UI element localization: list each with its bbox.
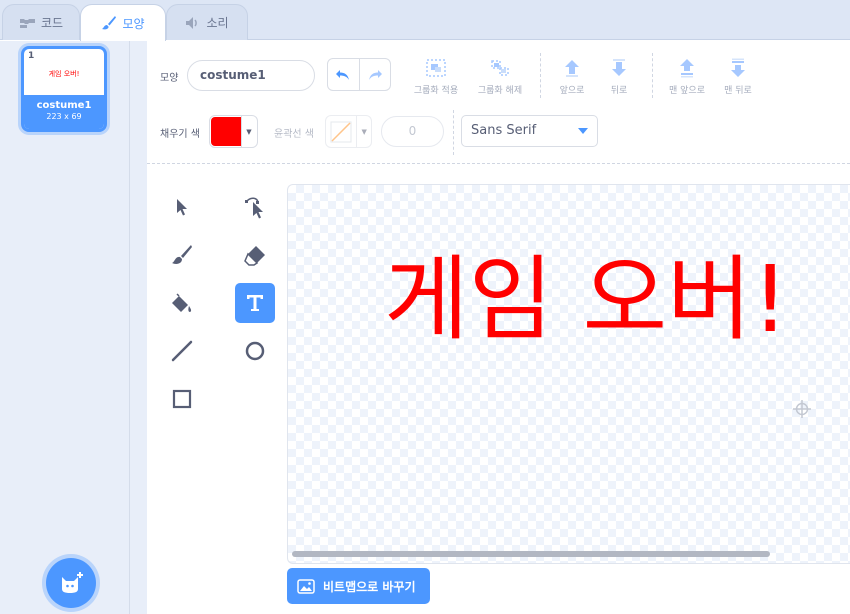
forward-button[interactable]: 앞으로 (553, 58, 591, 96)
fill-color-label: 채우기 색 (160, 129, 200, 140)
outline-color-swatch (326, 116, 358, 147)
fill-tool[interactable] (162, 283, 202, 323)
ungroup-icon (491, 60, 509, 76)
rotation-center-icon[interactable] (793, 400, 811, 418)
ungroup-label: 그룹화 해제 (477, 86, 523, 96)
back-label: 맨 뒤로 (724, 86, 752, 96)
canvas-text-game-over[interactable]: 게임 오버! (384, 245, 789, 355)
costume-number: 1 (28, 51, 35, 61)
front-button[interactable]: 맨 앞으로 (664, 58, 710, 96)
chevron-down-icon: ▼ (361, 127, 367, 136)
line-tool[interactable] (162, 331, 202, 371)
font-dropdown[interactable]: Sans Serif (461, 115, 598, 147)
costume-tile-size: 223 x 69 (46, 112, 82, 121)
brush-tool[interactable] (162, 235, 202, 275)
editor-tab-bar: 코드 모양 소리 (0, 0, 850, 41)
select-tool[interactable] (162, 187, 202, 227)
select-arrow-icon (177, 199, 187, 216)
group-icon (426, 59, 446, 77)
tab-costumes-label: 모양 (122, 16, 145, 31)
redo-icon (368, 69, 382, 80)
chevron-down-icon (578, 128, 588, 134)
outline-color-label: 윤곽선 색 (274, 129, 314, 140)
back-button[interactable]: 맨 뒤로 (718, 58, 758, 96)
backward-button[interactable]: 뒤로 (600, 58, 638, 96)
tab-costumes[interactable]: 모양 (80, 4, 166, 41)
tab-sounds-label: 소리 (206, 16, 229, 30)
front-label: 맨 앞으로 (669, 86, 705, 96)
toolbar-bottom-divider (147, 163, 850, 164)
tab-sounds[interactable]: 소리 (166, 4, 248, 40)
outline-color-picker[interactable]: ▼ (325, 115, 372, 148)
send-to-back-icon (731, 58, 745, 77)
chevron-down-icon: ▼ (246, 127, 252, 136)
convert-to-bitmap-label: 비트맵으로 바꾸기 (323, 579, 416, 594)
group-button[interactable]: 그룹화 적용 (406, 58, 466, 96)
costume-name-label: 모양 (160, 73, 179, 84)
no-color-icon (330, 121, 352, 142)
toolbar-divider (540, 53, 541, 98)
paint-bucket-icon (172, 293, 192, 312)
text-t-icon (247, 295, 263, 311)
paintbrush-icon (172, 245, 192, 264)
circle-icon (245, 341, 265, 361)
code-blocks-icon (19, 18, 35, 28)
circle-tool[interactable] (235, 331, 275, 371)
rectangle-icon (172, 389, 192, 409)
group-label: 그룹화 적용 (413, 86, 459, 96)
font-dropdown-value: Sans Serif (471, 123, 537, 138)
speaker-icon (186, 16, 198, 29)
fill-color-picker[interactable]: ▼ (209, 115, 258, 148)
toolbar-divider (652, 53, 653, 98)
bring-to-front-icon (680, 59, 694, 78)
eraser-tool[interactable] (235, 235, 275, 275)
add-costume-button[interactable] (46, 558, 96, 608)
costume-list: 1 게임 오버! costume1 223 x 69 (0, 41, 147, 614)
undo-icon (336, 69, 350, 80)
undo-redo-group (327, 58, 391, 91)
canvas-horizontal-scrollbar[interactable] (292, 551, 770, 557)
line-icon (171, 340, 193, 362)
toolbar-divider (453, 110, 454, 155)
backward-icon (612, 59, 626, 76)
fill-color-swatch (210, 116, 242, 147)
costume-thumbnail: 게임 오버! (48, 70, 80, 78)
undo-button[interactable] (328, 59, 360, 90)
costume-name-input[interactable]: costume1 (187, 60, 315, 91)
ungroup-button[interactable]: 그룹화 해제 (470, 58, 530, 96)
reshape-tool[interactable] (235, 187, 275, 227)
redo-button[interactable] (360, 59, 391, 90)
rectangle-tool[interactable] (162, 379, 202, 419)
costume-tile-name: costume1 (36, 100, 92, 111)
backward-label: 뒤로 (610, 86, 628, 96)
tab-code-label: 코드 (40, 16, 64, 30)
outline-width-input[interactable]: 0 (381, 116, 444, 147)
forward-icon (565, 60, 579, 77)
cat-plus-icon (62, 572, 83, 593)
text-tool[interactable] (235, 283, 275, 323)
brush-icon (102, 16, 117, 30)
paint-canvas[interactable]: 게임 오버! (287, 184, 850, 564)
sidebar-scrollbar[interactable] (129, 41, 147, 614)
costume-tile-footer: costume1 223 x 69 (24, 95, 104, 129)
image-icon (297, 578, 315, 594)
costume-tile[interactable]: 1 게임 오버! costume1 223 x 69 (21, 46, 107, 132)
convert-to-bitmap-button[interactable]: 비트맵으로 바꾸기 (287, 568, 430, 604)
tab-code[interactable]: 코드 (2, 4, 80, 40)
eraser-icon (244, 246, 265, 266)
forward-label: 앞으로 (559, 86, 585, 96)
reshape-icon (245, 197, 263, 219)
